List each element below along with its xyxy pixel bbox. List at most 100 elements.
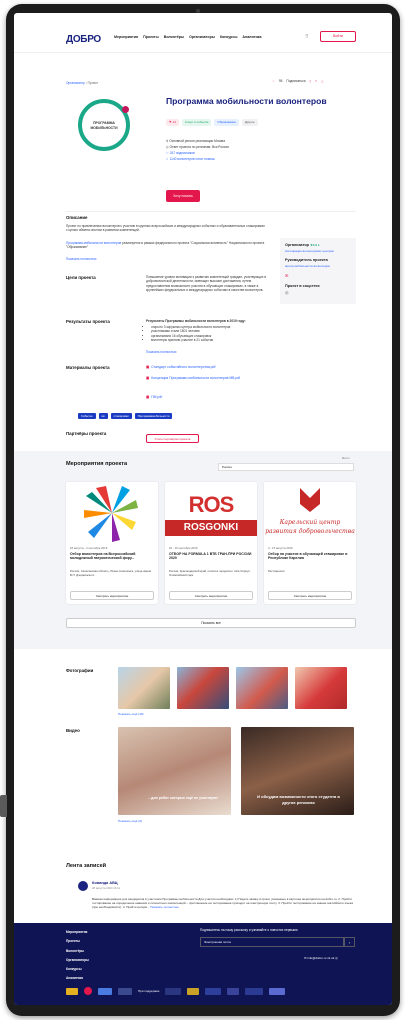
photo-thumbnail[interactable] <box>295 667 347 709</box>
chip[interactable]: ив <box>98 413 108 419</box>
instagram-icon[interactable]: ◎ <box>335 956 338 960</box>
results-more-link[interactable]: Показать полностью <box>146 350 176 354</box>
nav-events[interactable]: Мероприятия <box>114 35 138 40</box>
screen: ДОБРО Мероприятия Проекты Волонтёры Орга… <box>14 13 392 1005</box>
share-icon[interactable]: < <box>315 79 317 83</box>
event-place: Рес Карелия <box>268 568 285 573</box>
show-all-events-button[interactable]: Показать все <box>66 618 356 628</box>
footer-link[interactable]: Проекты <box>66 937 89 946</box>
event-image-rosgonki: ROS ROSGONKI <box>165 482 257 544</box>
footer-link[interactable]: Организаторы <box>66 956 89 965</box>
photo-thumbnail[interactable] <box>236 667 288 709</box>
help-button[interactable]: Хочу помочь <box>166 190 200 202</box>
results-intro: Результаты Программы мобильности волонте… <box>146 319 246 323</box>
vk-icon[interactable]: vk <box>327 956 330 960</box>
site-header: ДОБРО Мероприятия Проекты Волонтёры Орга… <box>14 13 392 53</box>
contact-email[interactable]: info@dobro.ru <box>307 956 326 960</box>
hashtag-chips: Событие ив стажировки Программамобильнос… <box>78 413 173 419</box>
breadcrumb-root[interactable]: Организатор <box>66 81 85 85</box>
video-thumbnail[interactable]: И обсудим возможности этого студента в д… <box>241 727 354 815</box>
subscribe-link[interactable]: Подписаться <box>286 79 305 83</box>
partner-logo <box>118 987 132 995</box>
login-button[interactable]: Войти <box>320 31 356 42</box>
photos-more-link[interactable]: Показать ещё (49) <box>118 712 144 716</box>
video-thumbnail[interactable]: ...для ребят которые ещё не участвуют <box>118 727 231 815</box>
description-heading: Описание <box>66 215 88 220</box>
chip[interactable]: стажировки <box>110 413 132 419</box>
feed-more-link[interactable]: Показать полностью <box>150 905 179 909</box>
lead-link[interactable]: Центр мобильности волонтеров <box>285 264 351 268</box>
description-more-link[interactable]: Показать полностью <box>66 257 96 261</box>
place-select[interactable]: Россия <box>218 463 354 471</box>
ok-icon[interactable]: ok <box>331 956 334 960</box>
videos-heading: Видео <box>66 728 80 733</box>
feed-heading: Лента записей <box>66 863 107 869</box>
age-tag: ⚑ 14 <box>166 119 179 126</box>
material-file-2[interactable]: ▣ Концепция Программы мобильности волонте… <box>146 376 266 381</box>
materials-heading: Материалы проекта <box>66 365 110 370</box>
project-title: Программа мобильности волонтеров <box>166 96 327 106</box>
partner-logo <box>227 987 240 995</box>
warning-icon[interactable]: △ <box>321 79 323 83</box>
views-count: 95 <box>278 79 283 83</box>
nav-projects[interactable]: Проекты <box>143 35 159 40</box>
subscribers-link[interactable]: ⚐ 247 подписчиков <box>166 151 229 155</box>
breadcrumb-current: Проект <box>87 81 99 85</box>
dobro-logo[interactable]: ДОБРО <box>66 33 101 47</box>
event-date: 4 - 15 августа 2019 <box>268 546 293 550</box>
view-event-button[interactable]: Смотреть мероприятие <box>70 591 154 600</box>
partner-logo <box>187 987 200 995</box>
videos-more-link[interactable]: Показать ещё (9) <box>118 819 142 823</box>
karelia-center-logo: Карельский центр развития добровольчеств… <box>265 488 355 535</box>
lead-title: Руководитель проекта <box>285 258 328 263</box>
social-icon[interactable]: ◎ <box>285 290 351 295</box>
goals-text: Повышение уровня мотивации к развитию ко… <box>146 275 267 292</box>
partner-logo <box>84 987 92 995</box>
apps-grid-icon[interactable]: ⠿ <box>305 34 309 41</box>
event-card[interactable]: ROS ROSGONKI 18 - 19 сентября 2019 ОТБОР… <box>165 482 257 604</box>
partners-heading: Партнёры проекта <box>66 431 107 436</box>
event-card[interactable]: Карельский центр развития добровольчеств… <box>264 482 356 604</box>
material-file-3[interactable]: ▣ ПМ.pdf <box>146 395 162 400</box>
event-place: Россия, Краснодарский край, посёлок горо… <box>169 568 251 577</box>
chip[interactable]: Событие <box>78 413 96 419</box>
chip[interactable]: Программамобильности <box>134 413 173 419</box>
tag-sport[interactable]: Спорт и события <box>181 119 212 126</box>
event-card[interactable]: 18 августа - 4 сентября 2019 Отбор волон… <box>66 482 158 604</box>
event-place: Россия, Сахалинская область, Южно-Сахали… <box>70 568 152 577</box>
footer-link[interactable]: Конкурсы <box>66 965 89 974</box>
nav-analytics[interactable]: Аналитика <box>242 35 261 40</box>
footer-link[interactable]: Волонтёры <box>66 947 89 956</box>
filter-label: Место <box>342 457 350 460</box>
photos-heading: Фотографии <box>66 668 94 673</box>
footer-link[interactable]: Аналитика <box>66 974 89 983</box>
tag-other[interactable]: Другое <box>242 119 258 126</box>
site-footer: Мероприятия Проекты Волонтёры Организато… <box>14 923 392 1005</box>
newsletter-email-input[interactable]: Электронная почта <box>200 937 344 947</box>
partner-logo <box>66 987 78 995</box>
material-file-1[interactable]: ▣ Стандарт событийного волонтерства.pdf <box>146 365 215 370</box>
support-label: При поддержке <box>138 988 160 993</box>
organizer-link[interactable]: Ассоциация волонтерских центров <box>285 249 351 253</box>
nav-organizers[interactable]: Организаторы <box>189 35 215 40</box>
rosgonki-banner: ROSGONKI <box>165 520 257 536</box>
description-text-2: Программа мобильности волонтеров реализу… <box>66 241 265 250</box>
nav-contests[interactable]: Конкурсы <box>220 35 238 40</box>
tag-education[interactable]: Образование <box>214 119 240 126</box>
footer-link[interactable]: Мероприятия <box>66 928 89 937</box>
view-event-button[interactable]: Смотреть мероприятие <box>268 591 352 600</box>
photo-thumbnail[interactable] <box>177 667 229 709</box>
volunteers-link[interactable]: ✓ 1140 волонтеров хотят помочь <box>166 157 229 161</box>
newsletter-submit-arrow-icon[interactable]: › <box>344 937 355 947</box>
view-event-button[interactable]: Смотреть мероприятие <box>169 591 253 600</box>
nav-volunteers[interactable]: Волонтёры <box>164 35 184 40</box>
become-partner-button[interactable]: Стать партнёром проекта <box>146 434 199 443</box>
partner-logo <box>205 987 222 995</box>
partner-logo <box>245 987 264 995</box>
social-title: Проект в соцсетях <box>285 283 320 288</box>
patriotic-forum-logo <box>84 486 138 542</box>
event-date: 18 августа - 4 сентября 2019 <box>70 546 108 550</box>
photo-thumbnail[interactable] <box>118 667 170 709</box>
bookmark-icon[interactable]: ▯ <box>310 79 312 83</box>
mail-icon[interactable]: ✉ <box>285 273 351 278</box>
